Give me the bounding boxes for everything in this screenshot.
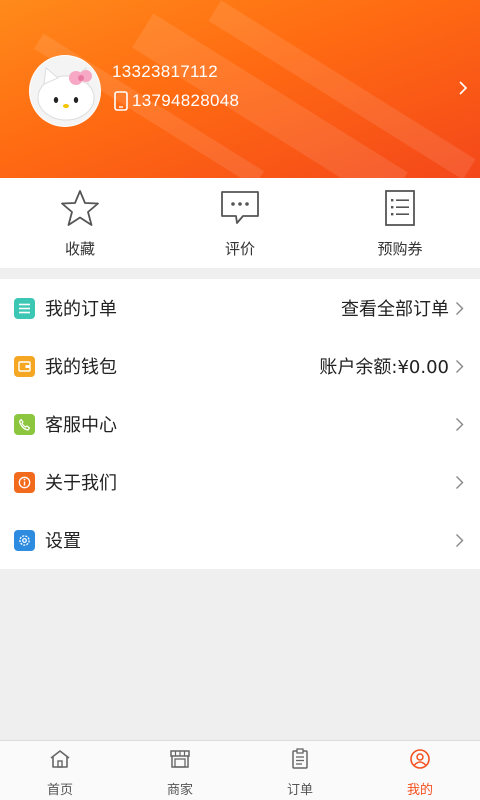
menu-settings[interactable]: 设置 [0, 511, 480, 569]
list-icon [14, 297, 35, 319]
user-phone: 13323817112 [112, 62, 218, 82]
tab-mine-label: 我的 [406, 783, 433, 798]
hello-kitty-avatar-icon [30, 56, 100, 126]
mobile-phone-icon [114, 91, 128, 111]
menu-my-wallet[interactable]: 我的钱包 账户余额:¥0.00 [0, 337, 480, 395]
comment-icon [221, 191, 259, 224]
coupon-list-icon [385, 190, 415, 226]
clipboard-icon [292, 748, 308, 769]
tab-merchants-label: 商家 [166, 783, 193, 798]
tab-home[interactable]: 首页 [0, 741, 120, 800]
menu-about-us[interactable]: 关于我们 [0, 453, 480, 511]
tab-merchants[interactable]: 商家 [120, 741, 240, 800]
tab-orders-label: 订单 [286, 783, 313, 798]
chevron-right-icon [455, 359, 464, 374]
chevron-right-icon [455, 533, 464, 548]
menu-my-orders[interactable]: 我的订单 查看全部订单 [0, 279, 480, 337]
user-mobile: 13794828048 [114, 91, 239, 111]
menu-customer-service[interactable]: 客服中心 [0, 395, 480, 453]
avatar[interactable] [29, 55, 101, 127]
gear-icon [14, 529, 35, 551]
view-all-orders-link[interactable]: 查看全部订单 [341, 295, 449, 321]
phone-icon [14, 413, 35, 435]
chevron-right-icon [455, 475, 464, 490]
menu-list: 我的订单 查看全部订单 我的钱包 账户余额:¥0.00 客服中心 关于我们 设置 [0, 279, 480, 569]
quick-coupons-label: 预购券 [377, 240, 423, 258]
user-mobile-text: 13794828048 [132, 91, 240, 110]
tab-mine[interactable]: 我的 [360, 741, 480, 800]
profile-header[interactable]: 13323817112 13794828048 [0, 0, 480, 178]
chevron-right-icon [455, 301, 464, 316]
bottom-tab-bar: 首页 商家 订单 我的 [0, 740, 480, 800]
info-icon [14, 471, 35, 493]
quick-actions: 收藏 评价 预购券 [0, 178, 480, 268]
menu-my-orders-label: 我的订单 [45, 299, 117, 320]
user-phone-text: 13323817112 [112, 62, 219, 81]
star-icon [61, 190, 99, 226]
menu-my-wallet-label: 我的钱包 [45, 357, 117, 378]
menu-about-us-label: 关于我们 [45, 473, 117, 494]
quick-favorites[interactable]: 收藏 [0, 178, 160, 268]
quick-coupons[interactable]: 预购券 [320, 178, 480, 268]
store-icon [170, 750, 190, 768]
home-icon [50, 750, 70, 768]
menu-settings-label: 设置 [45, 531, 81, 552]
tab-orders[interactable]: 订单 [240, 741, 360, 800]
user-icon [410, 749, 430, 769]
account-balance: 账户余额:¥0.00 [319, 357, 449, 378]
tab-home-label: 首页 [46, 783, 73, 798]
quick-reviews[interactable]: 评价 [160, 178, 320, 268]
wallet-icon [14, 355, 35, 377]
menu-customer-service-label: 客服中心 [45, 415, 117, 436]
chevron-right-icon [455, 417, 464, 432]
quick-favorites-label: 收藏 [64, 240, 95, 258]
quick-reviews-label: 评价 [224, 240, 255, 258]
chevron-right-icon[interactable] [458, 80, 468, 100]
